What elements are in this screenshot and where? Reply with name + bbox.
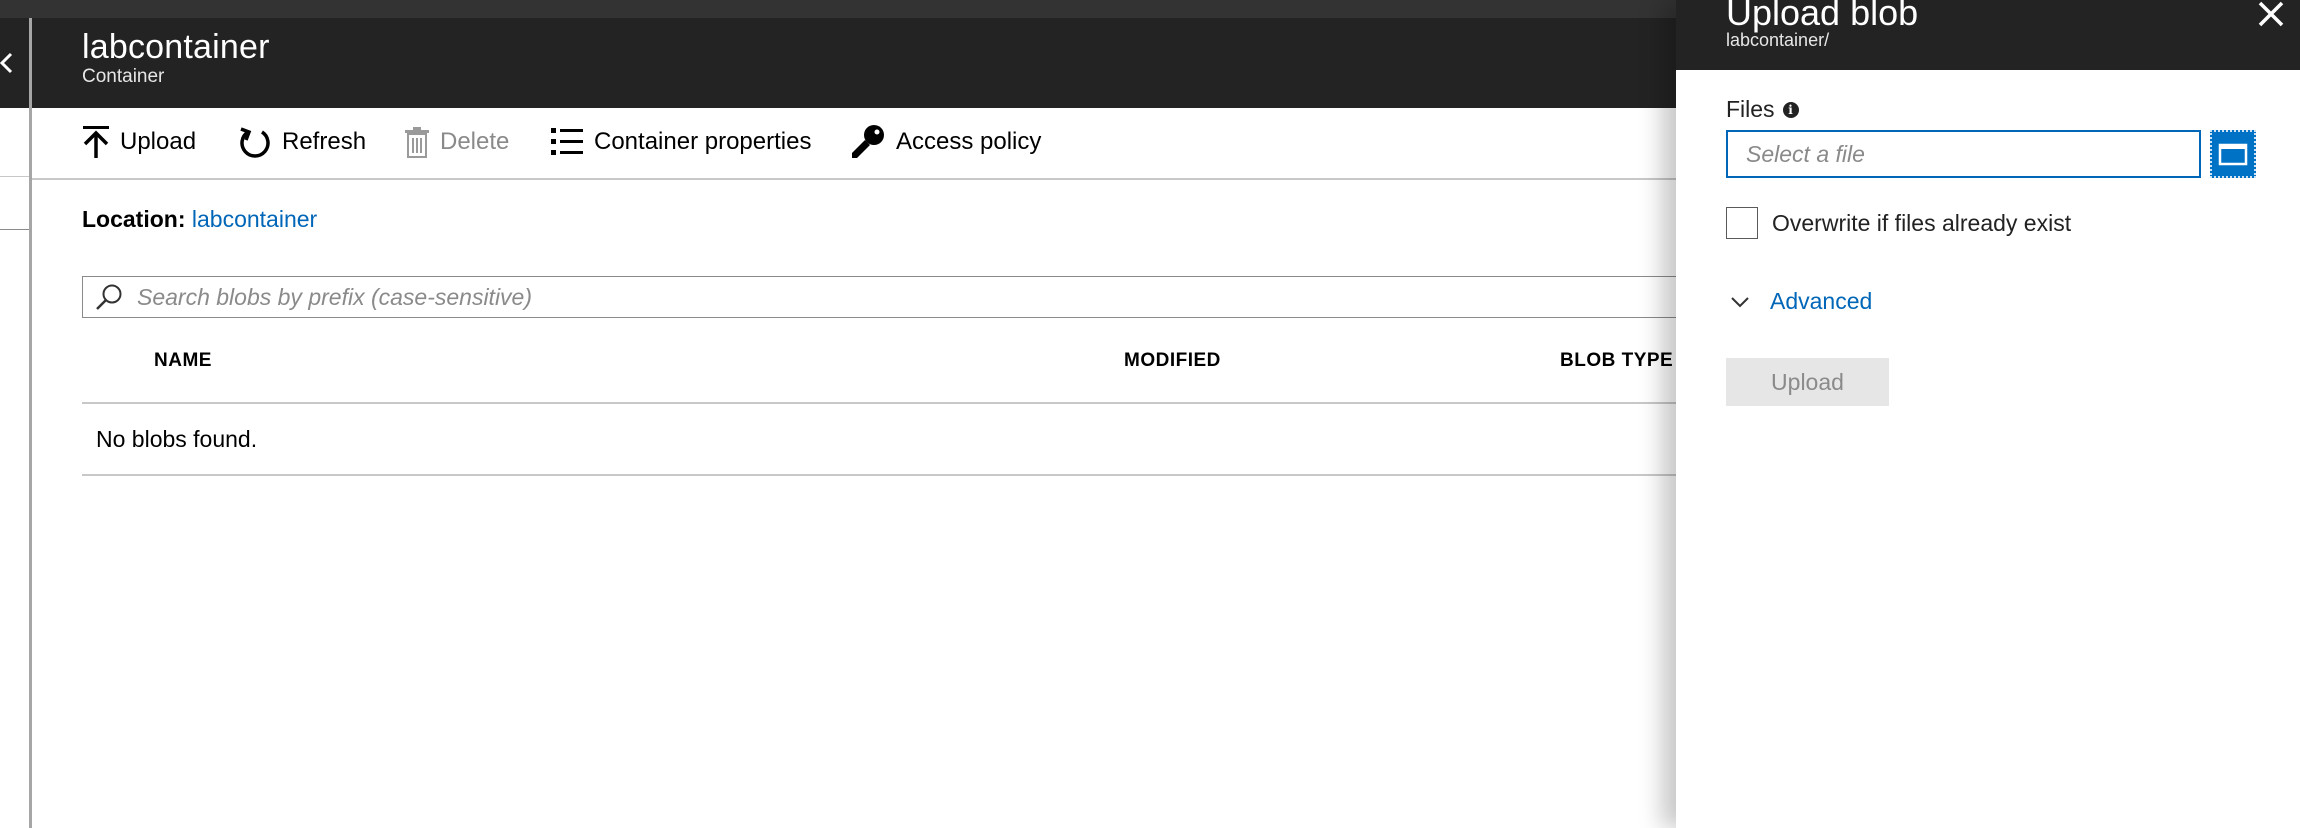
panel-title: Upload blob bbox=[1726, 0, 1919, 33]
upload-icon bbox=[83, 126, 109, 158]
blade-header: labcontainer Container bbox=[32, 18, 1682, 108]
container-properties-label: Container properties bbox=[594, 128, 812, 155]
empty-message: No blobs found. bbox=[96, 426, 258, 452]
upload-blob-panel: Upload blob labcontainer/ Files i Overwr… bbox=[1676, 0, 2300, 828]
column-header-modified[interactable]: MODIFIED bbox=[1124, 350, 1221, 372]
blade-subtitle: Container bbox=[82, 66, 165, 87]
table-header: NAME MODIFIED BLOB TYPE bbox=[82, 330, 1682, 404]
table-row: No blobs found. bbox=[82, 402, 1682, 476]
overwrite-checkbox[interactable] bbox=[1726, 207, 1758, 239]
toolbar: Upload Refresh Delete Container properti… bbox=[32, 108, 1682, 180]
upload-submit-button[interactable]: Upload bbox=[1726, 358, 1889, 406]
panel-header: Upload blob labcontainer/ bbox=[1676, 0, 2300, 70]
location-breadcrumb: Location: labcontainer bbox=[82, 206, 317, 233]
panel-subtitle: labcontainer/ bbox=[1726, 30, 1830, 50]
info-icon[interactable]: i bbox=[1782, 101, 1799, 118]
refresh-label: Refresh bbox=[282, 128, 367, 155]
location-link[interactable]: labcontainer bbox=[192, 206, 317, 232]
search-icon bbox=[96, 284, 122, 310]
advanced-toggle[interactable]: Advanced bbox=[1726, 288, 1872, 315]
close-icon[interactable] bbox=[2254, 0, 2286, 32]
trash-icon bbox=[405, 127, 429, 158]
refresh-button[interactable]: Refresh bbox=[238, 122, 366, 162]
search-box bbox=[82, 276, 1682, 318]
folder-icon bbox=[2218, 143, 2248, 166]
blade-title: labcontainer bbox=[82, 28, 270, 66]
advanced-label: Advanced bbox=[1770, 288, 1873, 314]
chevron-left-icon[interactable] bbox=[0, 50, 14, 76]
access-policy-button[interactable]: Access policy bbox=[850, 122, 1041, 162]
column-header-name[interactable]: NAME bbox=[154, 350, 212, 372]
chevron-down-icon bbox=[1731, 296, 1749, 307]
previous-blade-edge bbox=[0, 18, 32, 828]
upload-label: Upload bbox=[120, 128, 197, 155]
key-icon bbox=[852, 125, 884, 158]
browse-file-button[interactable] bbox=[2210, 130, 2256, 178]
delete-label: Delete bbox=[440, 128, 510, 155]
container-properties-button[interactable]: Container properties bbox=[550, 122, 811, 162]
overwrite-label: Overwrite if files already exist bbox=[1772, 209, 2072, 236]
file-input[interactable] bbox=[1726, 130, 2201, 178]
list-icon bbox=[551, 128, 583, 155]
upload-button[interactable]: Upload bbox=[82, 122, 196, 162]
column-header-blob-type[interactable]: BLOB TYPE bbox=[1560, 350, 1673, 372]
delete-button[interactable]: Delete bbox=[404, 122, 509, 162]
files-label-text: Files bbox=[1726, 96, 1775, 122]
search-input[interactable] bbox=[135, 282, 1539, 312]
overwrite-option[interactable]: Overwrite if files already exist bbox=[1726, 207, 2071, 239]
files-label: Files i bbox=[1726, 96, 1799, 123]
divider bbox=[0, 176, 29, 177]
location-label: Location: bbox=[82, 206, 186, 232]
divider bbox=[0, 229, 29, 230]
refresh-icon bbox=[240, 127, 270, 158]
access-policy-label: Access policy bbox=[896, 128, 1042, 155]
